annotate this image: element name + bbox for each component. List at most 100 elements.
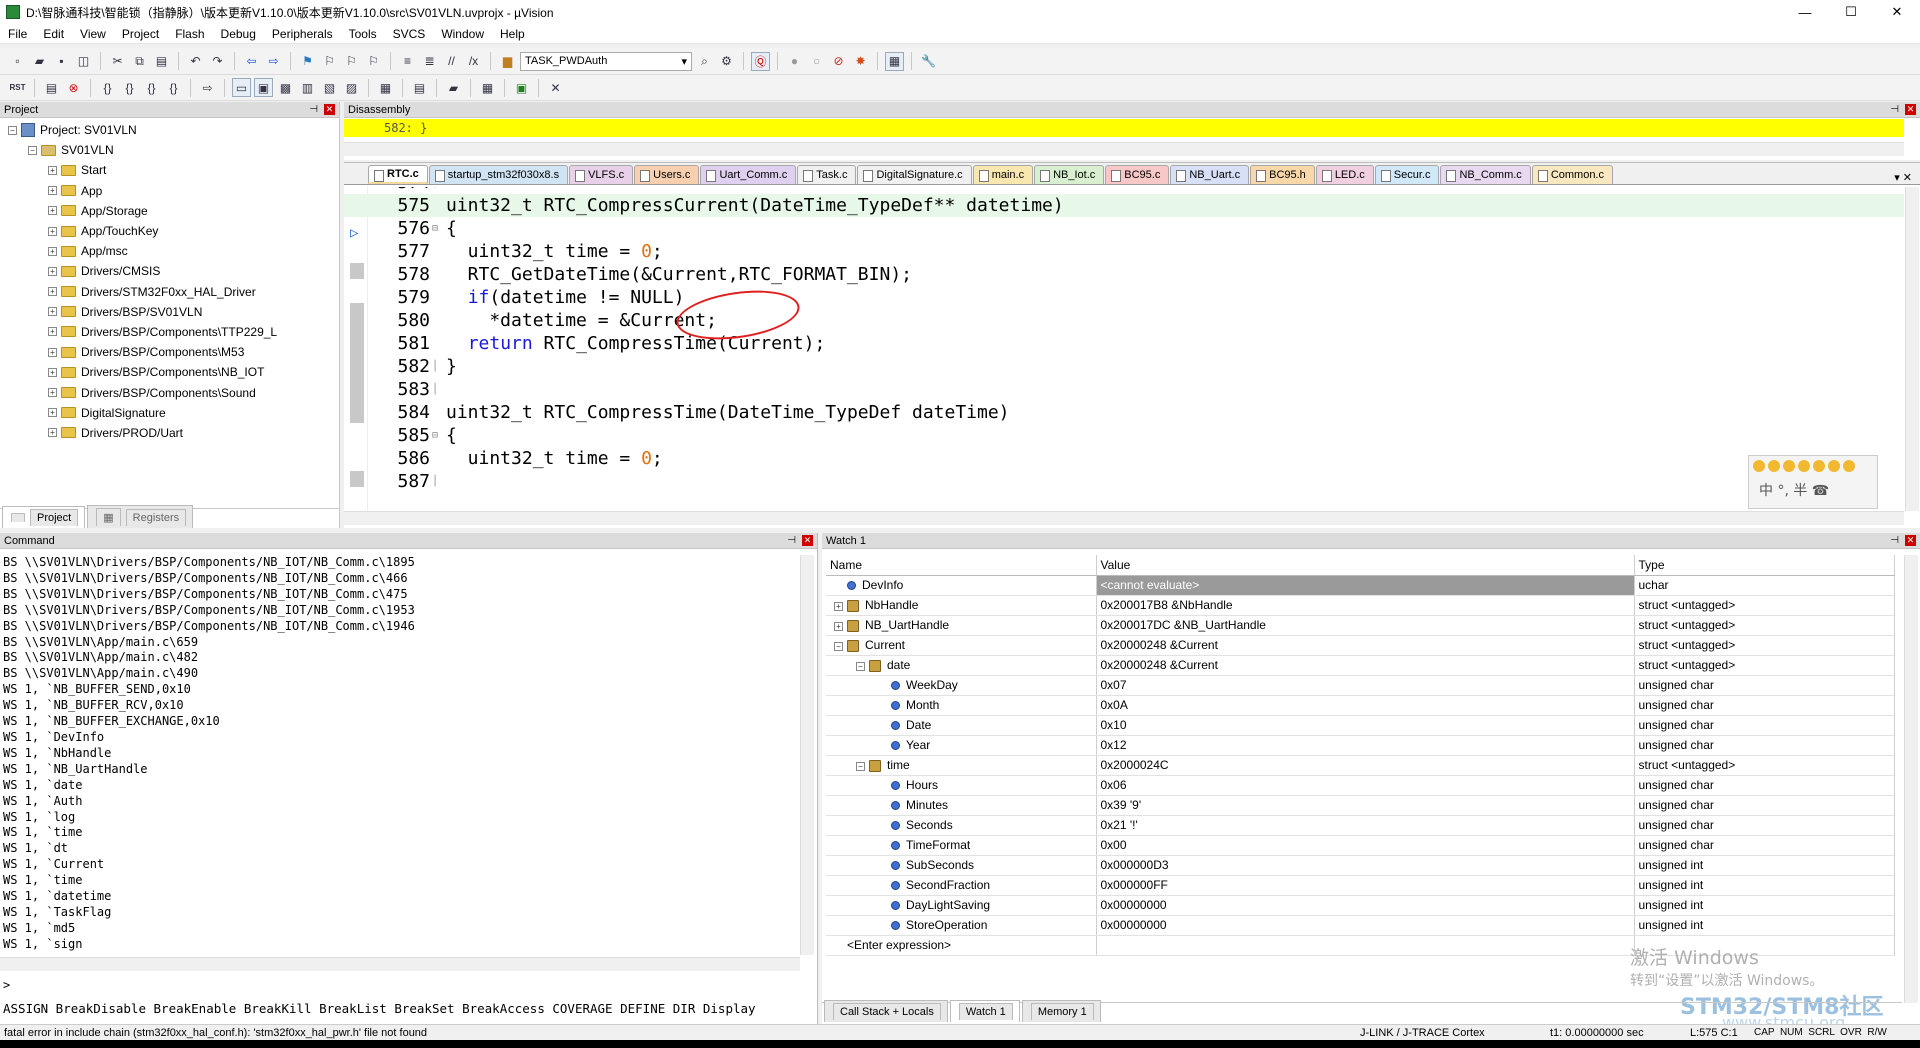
watch-row[interactable]: − time 0x2000024C struct <untagged> [826,755,1895,776]
fold-marker[interactable]: ⊟ [432,223,446,234]
copy-icon[interactable]: ⧉ [130,52,149,71]
watch-row[interactable]: Minutes 0x39 '9' unsigned char [826,795,1895,816]
watch-value[interactable]: 0x20000248 &Current [1101,638,1218,652]
editor-tab[interactable]: main.c [972,165,1034,184]
close-button[interactable]: ✕ [1874,0,1920,24]
expand-icon[interactable]: + [48,388,57,398]
editor-tab[interactable]: BC95.c [1105,165,1170,184]
configure-icon[interactable]: 🔧 [919,52,938,71]
reset-icon[interactable]: RST [8,78,27,97]
watch-vscroll[interactable] [1904,555,1918,1003]
watch-value[interactable]: 0x200017DC &NB_UartHandle [1101,618,1266,632]
collapse-icon[interactable]: − [28,145,37,155]
editor-tab[interactable]: Uart_Comm.c [700,165,797,184]
watch-value[interactable]: 0x00000000 [1101,898,1167,912]
tab-call-stack-locals[interactable]: Call Stack + Locals [824,1000,948,1022]
tab-project[interactable]: Project [2,506,86,528]
tree-group[interactable]: + Start [0,160,339,180]
symbols-window-icon[interactable]: ▩ [276,78,295,97]
comment-icon[interactable]: // [442,52,461,71]
step-over-icon[interactable]: {} [120,78,139,97]
menu-peripherals[interactable]: Peripherals [264,27,341,41]
nav-forward-icon[interactable]: ⇨ [264,52,283,71]
target-combo[interactable]: TASK_PWDAuth ▾ [520,51,692,71]
unindent-icon[interactable]: ≣ [420,52,439,71]
tab-watch-1[interactable]: Watch 1 [949,1000,1020,1022]
menu-flash[interactable]: Flash [167,27,212,41]
watch-value[interactable]: 0x07 [1101,678,1127,692]
watch-row[interactable]: Month 0x0A unsigned char [826,695,1895,716]
tree-group[interactable]: + Drivers/BSP/Components\Sound [0,382,339,402]
watch-value[interactable]: 0x000000FF [1101,878,1168,892]
fold-marker[interactable]: │ [432,187,446,188]
expand-icon[interactable]: + [48,428,57,438]
menu-help[interactable]: Help [492,27,533,41]
editor-tab[interactable]: LED.c [1315,165,1374,184]
watch-row[interactable]: + NbHandle 0x200017B8 &NbHandle struct <unt… [826,595,1895,616]
command-output[interactable]: BS \\SV01VLN\Drivers/BSP/Components/NB_I… [3,555,793,955]
menu-file[interactable]: File [0,27,35,41]
menu-svcs[interactable]: SVCS [385,27,434,41]
redo-icon[interactable]: ↷ [208,52,227,71]
command-vscroll[interactable] [800,555,814,955]
watch-row[interactable]: DayLightSaving 0x00000000 unsigned int [826,895,1895,916]
open-folder-icon[interactable]: ▰ [30,52,49,71]
watch-value[interactable]: 0x39 '9' [1101,798,1142,812]
tree-group[interactable]: + DigitalSignature [0,403,339,423]
watch-row[interactable]: DevInfo <cannot evaluate> uchar [826,575,1895,596]
find-icon[interactable]: ⌕ [695,52,714,71]
command-window-icon[interactable]: ▭ [232,78,251,97]
expand-icon[interactable]: + [48,246,57,256]
code-line[interactable]: 577 uint32_t time = 0; [344,240,1904,263]
ime-toolbar[interactable]: 中 °, 半 ☎ [1748,455,1878,509]
watch-row[interactable]: SubSeconds 0x000000D3 unsigned int [826,855,1895,876]
fold-marker[interactable]: │ [432,361,446,372]
command-hscroll[interactable] [0,957,800,971]
expand-icon[interactable]: + [48,287,57,297]
editor-tab[interactable]: startup_stm32f030x8.s [428,165,569,184]
watch-row[interactable]: Year 0x12 unsigned char [826,735,1895,756]
breakpoint-disable-icon[interactable]: ⊘ [829,52,848,71]
tree-group[interactable]: + Drivers/BSP/Components\TTP229_L [0,322,339,342]
expand-icon[interactable]: + [48,307,57,317]
code-line[interactable]: 576 ⊟{ [344,217,1904,240]
fold-marker[interactable]: │ [432,476,446,487]
tab-memory-1[interactable]: Memory 1 [1021,1000,1101,1022]
window-layout-icon[interactable]: ▦ [885,51,904,71]
tree-group[interactable]: + Drivers/CMSIS [0,261,339,281]
watch-value[interactable]: <cannot evaluate> [1101,578,1200,592]
expand-icon[interactable]: + [48,226,57,236]
watch-row[interactable]: Date 0x10 unsigned char [826,715,1895,736]
watch-value[interactable]: 0x0A [1101,698,1128,712]
watch-value[interactable]: 0x10 [1101,718,1127,732]
watch-row[interactable]: Seconds 0x21 '!' unsigned char [826,815,1895,836]
code-line[interactable]: 587 │ [344,470,1904,493]
serial-window-icon[interactable]: ▤ [410,78,429,97]
code-line[interactable]: 584 uint32_t RTC_CompressTime(DateTime_Ty… [344,401,1904,424]
find-in-files-icon[interactable]: ▆ [498,52,517,71]
watch-row[interactable]: StoreOperation 0x00000000 unsigned int [826,915,1895,936]
menu-project[interactable]: Project [114,27,167,41]
editor-tab[interactable]: Users.c [634,165,700,184]
pin-icon[interactable]: ⊣ [309,104,318,115]
undo-icon[interactable]: ↶ [186,52,205,71]
expand-icon[interactable]: + [48,266,57,276]
registers-window-icon[interactable]: ▥ [298,78,317,97]
tree-group[interactable]: + App/msc [0,241,339,261]
code-line[interactable]: 574│ [344,187,1904,194]
nav-back-icon[interactable]: ⇦ [242,52,261,71]
editor-tab[interactable]: NB_Uart.c [1170,165,1250,184]
cut-icon[interactable]: ✂ [108,52,127,71]
watch-row[interactable]: Hours 0x06 unsigned char [826,775,1895,796]
menu-debug[interactable]: Debug [213,27,264,41]
watch-value[interactable]: 0x06 [1101,778,1127,792]
menu-view[interactable]: View [72,27,114,41]
tree-group[interactable]: + Drivers/BSP/Components\NB_IOT [0,362,339,382]
tree-group[interactable]: + Drivers/STM32F0xx_HAL_Driver [0,282,339,302]
analysis-window-icon[interactable]: ▰ [444,78,463,97]
code-line[interactable]: 585 ⊟{ [344,424,1904,447]
code-line[interactable]: 581 return RTC_CompressTime(Current); [344,332,1904,355]
editor-tab[interactable]: Secur.c [1374,165,1440,184]
show-next-statement-icon[interactable]: ⇨ [198,78,217,97]
indent-icon[interactable]: ≡ [398,52,417,71]
